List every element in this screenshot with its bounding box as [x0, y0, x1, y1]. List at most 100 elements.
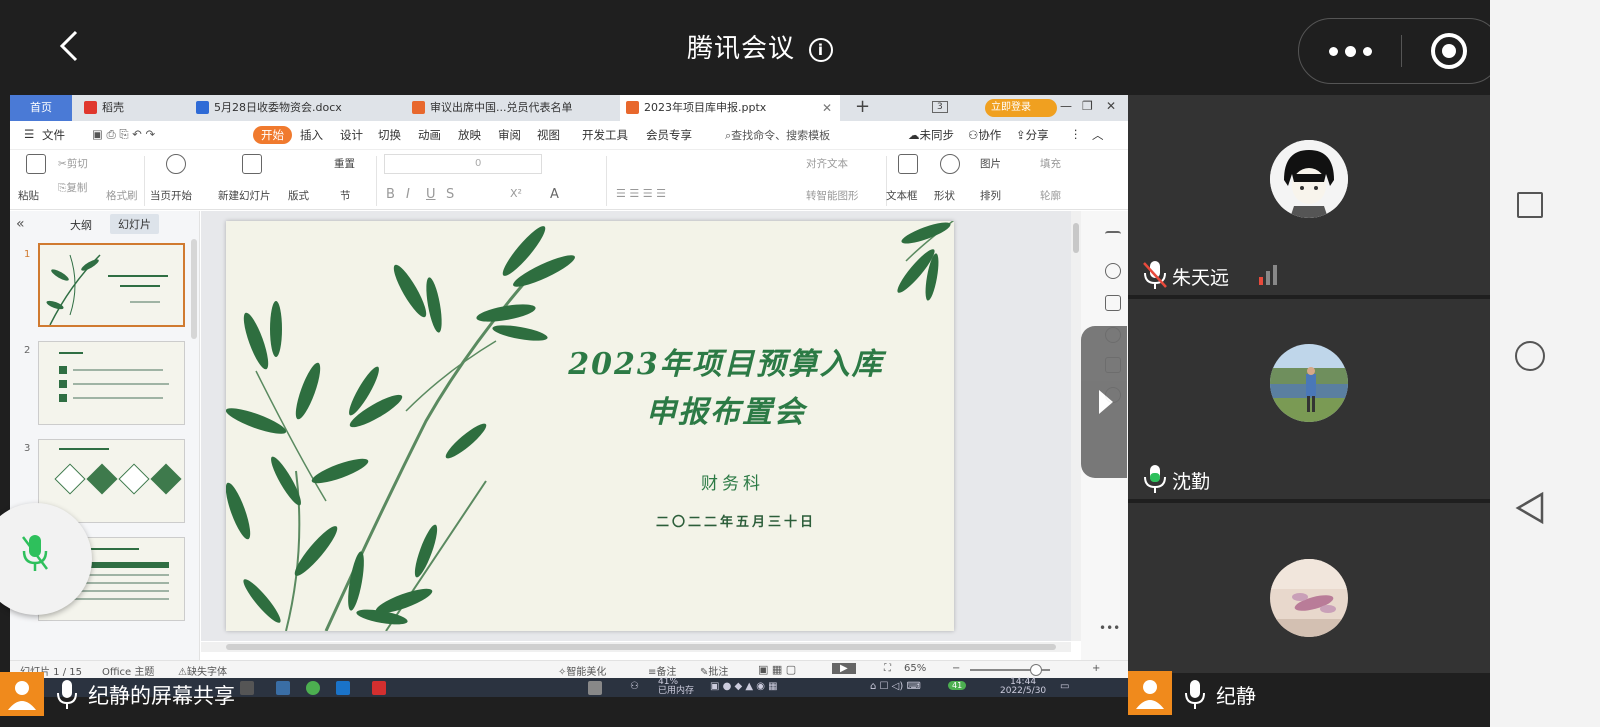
login-button[interactable]: 立即登录 — [985, 99, 1057, 117]
login-label: 立即登录 — [991, 102, 1031, 113]
scroll-thumb[interactable] — [1073, 223, 1079, 253]
zoom-level[interactable]: 65% — [904, 663, 926, 674]
menu-animation[interactable]: 动画 — [418, 127, 441, 143]
tab-ppt-list[interactable]: 审议出席中国...兑员代表名单 — [406, 95, 616, 121]
menu-transition[interactable]: 切换 — [378, 127, 401, 143]
smart-beautify-button[interactable]: ✧智能美化 — [558, 663, 606, 678]
tab-active-pptx[interactable]: 2023年项目库申报.pptx ✕ — [620, 95, 840, 121]
layout-button[interactable]: 版式 — [288, 188, 309, 203]
zoom-out-icon[interactable]: − — [952, 663, 960, 674]
outline-button[interactable]: 轮廓 — [1040, 188, 1061, 203]
close-tab-icon[interactable]: ✕ — [822, 95, 832, 121]
picture-button[interactable]: 图片 — [980, 156, 1001, 171]
copy-button[interactable]: ⎘复制 — [58, 180, 87, 195]
arrange-button[interactable]: 排列 — [980, 188, 1001, 203]
menu-file[interactable]: 文件 — [42, 127, 65, 143]
more-options-button[interactable] — [1299, 19, 1401, 82]
copy-slides-icon[interactable] — [1105, 295, 1121, 311]
tab-docx[interactable]: 5月28日收委物资会.docx — [190, 95, 400, 121]
menu-insert[interactable]: 插入 — [300, 127, 323, 143]
quick-access-icons[interactable]: ▣ ⎙ ⎘ ↶ ↷ — [92, 127, 155, 142]
font-color-icon[interactable]: A — [550, 187, 559, 202]
workspace-icon[interactable]: 3 — [932, 101, 948, 113]
slide-1[interactable]: 2023年项目预算入库 申报布置会 财务科 二〇二二年五月三十日 — [226, 221, 954, 631]
align-text-button[interactable]: 对齐文本 — [806, 156, 848, 171]
info-icon[interactable]: i — [809, 38, 833, 62]
sync-status[interactable]: ☁未同步 — [908, 127, 954, 143]
horizontal-scrollbar[interactable] — [201, 642, 1071, 652]
nav-back-button[interactable] — [1514, 491, 1546, 525]
menu-view[interactable]: 视图 — [537, 127, 560, 143]
underline-icon[interactable]: U — [426, 187, 436, 202]
view-mode-icons[interactable]: ▣ ▦ ▢ — [758, 663, 796, 676]
align-icons[interactable]: ☰ ☰ ☰ ☰ — [616, 187, 666, 200]
smart-graphic-button[interactable]: 转智能图形 — [806, 188, 859, 203]
hamburger-icon[interactable]: ☰ — [24, 127, 34, 141]
slide-thumbnail-2[interactable] — [38, 341, 185, 425]
tab-docer[interactable]: 稻壳 — [78, 95, 186, 121]
share-button[interactable]: ⇪分享 — [1016, 127, 1049, 143]
tray-icons[interactable]: ▣ ● ◆ ▲ ◉ ▦ — [710, 681, 778, 692]
tab-outline[interactable]: 大纲 — [70, 217, 92, 233]
action-center-icon[interactable]: ▭ — [1060, 681, 1069, 692]
divider — [144, 156, 145, 206]
scroll-thumb[interactable] — [226, 644, 1056, 650]
reset-button[interactable]: 重置 — [334, 156, 355, 171]
meeting-title: 腾讯会议 i — [0, 28, 1520, 65]
people-icon[interactable]: ⚇ — [630, 681, 639, 692]
command-search[interactable]: ⌕查找命令、搜索模板 — [725, 127, 830, 143]
comments-button[interactable]: ✎批注 — [700, 663, 728, 678]
zoom-in-icon[interactable]: + — [1092, 663, 1100, 674]
format-painter-button[interactable]: 格式刷 — [106, 188, 138, 203]
cut-button[interactable]: ✂剪切 — [58, 156, 88, 171]
taskbar-app-icon[interactable] — [588, 681, 602, 695]
home-button[interactable] — [1515, 341, 1545, 371]
collapse-panel-icon[interactable]: « — [16, 216, 25, 232]
thumb-text-line — [73, 383, 169, 385]
restore-icon[interactable]: ❐ — [1082, 99, 1093, 113]
menu-slideshow[interactable]: 放映 — [458, 127, 481, 143]
participant-card[interactable]: 朱天远 — [1128, 95, 1490, 295]
menu-design[interactable]: 设计 — [340, 127, 363, 143]
fit-window-icon[interactable]: ⛶ — [884, 663, 891, 674]
collaborate-button[interactable]: ⚇协作 — [968, 127, 1001, 143]
collapse-ribbon-icon[interactable]: ︿ — [1092, 127, 1104, 143]
ppt-file-icon — [412, 101, 425, 114]
new-tab-button[interactable]: + — [855, 95, 870, 119]
recent-apps-button[interactable] — [1517, 192, 1543, 218]
font-size-select[interactable]: 0 — [384, 154, 542, 174]
signal-strength-icon — [1259, 265, 1277, 285]
strikethrough-icon[interactable]: S — [446, 187, 454, 202]
thumb-heading — [89, 548, 139, 550]
play-slideshow-icon[interactable]: ▶ — [832, 663, 856, 674]
participant-name: 朱天远 — [1172, 267, 1230, 289]
menu-developer[interactable]: 开发工具 — [582, 127, 628, 143]
slide-thumbnail-1[interactable] — [38, 243, 185, 327]
tab-home[interactable]: 首页 — [10, 95, 72, 121]
fill-button[interactable]: 填充 — [1040, 156, 1061, 171]
close-window-icon[interactable]: ✕ — [1106, 99, 1116, 113]
more-menu-icon[interactable]: ⋮ — [1070, 127, 1082, 141]
vertical-scrollbar[interactable] — [1071, 211, 1081, 641]
menu-review[interactable]: 审阅 — [498, 127, 521, 143]
section-button[interactable]: 节 — [340, 188, 351, 203]
tray-icons[interactable]: ⌂ ☐ ◁) ⌨ — [870, 681, 921, 692]
participant-card[interactable]: 沈勤 — [1128, 299, 1490, 499]
menu-start[interactable]: 开始 — [253, 126, 292, 144]
italic-icon[interactable]: I — [406, 187, 410, 202]
zoom-slider-handle[interactable] — [1030, 664, 1042, 676]
expand-participants-handle[interactable] — [1081, 326, 1127, 478]
minimize-icon[interactable]: — — [1060, 99, 1072, 113]
notes-button[interactable]: ≡备注 — [648, 663, 676, 678]
end-meeting-button[interactable] — [1431, 33, 1467, 69]
pin-icon[interactable] — [1105, 263, 1121, 279]
superscript-icon[interactable]: X² — [510, 187, 522, 200]
settings-sliders-icon[interactable] — [1105, 231, 1121, 237]
default-avatar-icon — [8, 681, 36, 710]
more-tools-icon[interactable]: ••• — [1099, 621, 1120, 635]
menu-member[interactable]: 会员专享 — [646, 127, 692, 143]
tab-slides[interactable]: 幻灯片 — [110, 214, 159, 234]
participant-card[interactable] — [1128, 503, 1490, 673]
bold-icon[interactable]: B — [386, 187, 395, 202]
panel-scrollbar[interactable] — [191, 239, 197, 339]
